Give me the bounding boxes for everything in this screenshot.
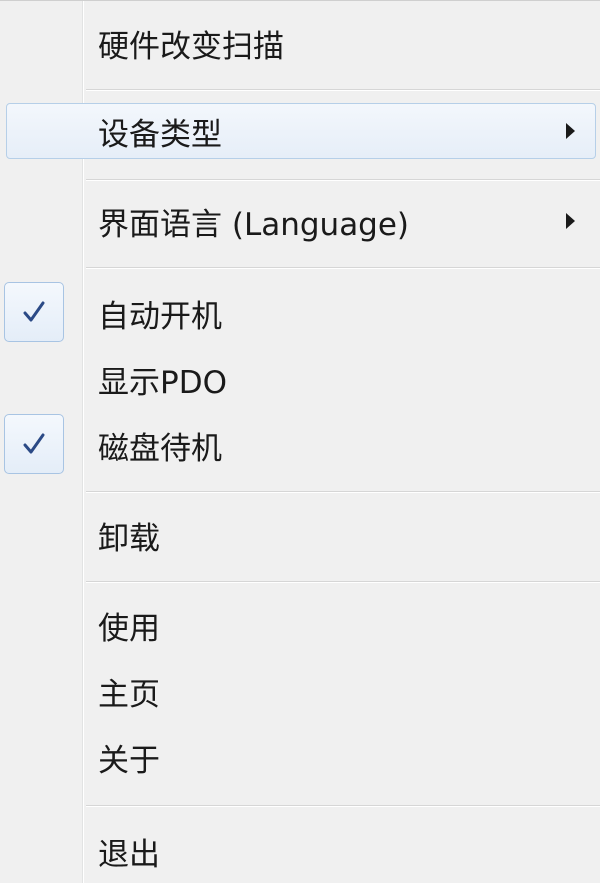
- submenu-arrow-icon: [566, 213, 575, 229]
- hover-highlight: [6, 103, 596, 159]
- menu-item-label: 显示PDO: [98, 364, 227, 401]
- menu-item-disk-standby[interactable]: 磁盘待机: [0, 414, 600, 474]
- submenu-arrow-icon: [566, 123, 575, 139]
- menu-item-label: 界面语言 (Language): [98, 206, 410, 243]
- menu-item-homepage[interactable]: 主页: [0, 663, 600, 719]
- check-indicator: [4, 414, 64, 474]
- menu-item-language[interactable]: 界面语言 (Language): [0, 193, 600, 249]
- menu-separator: [86, 89, 600, 91]
- menu-separator: [86, 267, 600, 269]
- menu-item-label: 设备类型: [98, 116, 222, 153]
- menu-item-exit[interactable]: 退出: [0, 823, 600, 879]
- menu-item-label: 关于: [98, 742, 160, 779]
- menu-separator: [86, 491, 600, 493]
- menu-item-device-type[interactable]: 设备类型: [0, 103, 600, 159]
- menu-item-show-pdo[interactable]: 显示PDO: [0, 351, 600, 407]
- menu-item-uninstall[interactable]: 卸载: [0, 507, 600, 563]
- menu-separator: [86, 805, 600, 807]
- menu-item-label: 卸载: [98, 520, 160, 557]
- menu-item-usage[interactable]: 使用: [0, 597, 600, 653]
- menu-item-label: 硬件改变扫描: [98, 28, 284, 65]
- menu-item-hardware-scan[interactable]: 硬件改变扫描: [0, 15, 600, 71]
- check-indicator: [4, 282, 64, 342]
- context-menu: 硬件改变扫描 设备类型 界面语言 (Language) 自动开机 显示PDO 磁…: [0, 0, 600, 883]
- menu-item-label: 主页: [98, 676, 160, 713]
- menu-item-auto-start[interactable]: 自动开机: [0, 282, 600, 342]
- menu-item-about[interactable]: 关于: [0, 729, 600, 785]
- menu-separator: [86, 179, 600, 181]
- menu-item-label: 退出: [98, 836, 160, 873]
- check-icon: [23, 301, 45, 322]
- menu-item-label: 磁盘待机: [98, 430, 222, 467]
- menu-item-label: 使用: [98, 610, 160, 647]
- menu-separator: [86, 581, 600, 583]
- check-icon: [23, 433, 45, 454]
- menu-item-label: 自动开机: [98, 298, 222, 335]
